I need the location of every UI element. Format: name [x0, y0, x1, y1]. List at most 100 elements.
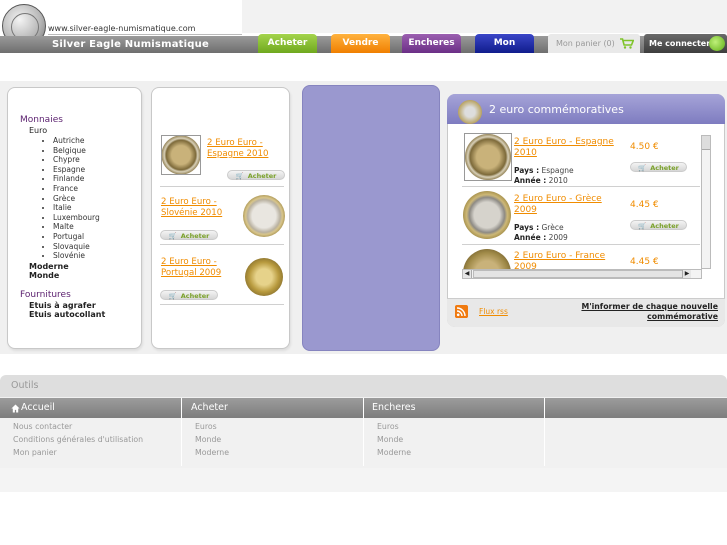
scroll-right-icon[interactable]: ▶	[682, 270, 691, 278]
footer-link-encheres-moderne[interactable]: Moderne	[377, 448, 411, 457]
commem-title[interactable]: 2 Euro Euro - France	[514, 251, 605, 261]
rss-icon[interactable]	[455, 305, 468, 318]
footer-col-accueil[interactable]: Accueil	[21, 402, 55, 413]
coin-espagne-image[interactable]	[161, 135, 201, 175]
category-etuis-agrafer[interactable]: Etuis à agrafer	[29, 301, 96, 310]
nav-acheter-button[interactable]: Acheter	[258, 34, 317, 53]
country-item[interactable]: Grèce	[53, 194, 100, 204]
coin-grece-image[interactable]	[463, 191, 511, 239]
nav-mon-compte-button[interactable]: Mon compte	[475, 34, 534, 67]
country-item[interactable]: France	[53, 184, 100, 194]
commem-link-espagne[interactable]: 2 Euro Euro - Espagne 2010	[514, 137, 614, 159]
product-title[interactable]: 2 Euro Euro -	[207, 138, 263, 148]
tools-title: Outils	[11, 380, 39, 391]
footer-link-acheter-moderne[interactable]: Moderne	[195, 448, 229, 457]
country-list: AutricheBelgiqueChypreEspagneFinlandeFra…	[45, 136, 100, 261]
buy-button[interactable]: 🛒 Acheter	[160, 290, 218, 300]
buy-label: Acheter	[247, 172, 277, 180]
country-item[interactable]: Portugal	[53, 232, 100, 242]
footer-link-acheter-euros[interactable]: Euros	[195, 422, 217, 431]
coin-slovenie-image[interactable]	[243, 195, 285, 237]
notify-label[interactable]: commémorative	[647, 312, 718, 321]
country-item[interactable]: Autriche	[53, 136, 100, 146]
annee-label: Année :	[514, 176, 547, 185]
product-link-slovenie[interactable]: 2 Euro Euro - Slovénie 2010	[161, 197, 222, 219]
header-banner	[242, 0, 727, 33]
annee-label: Année :	[514, 233, 547, 242]
nav-vendre-button[interactable]: Vendre	[331, 34, 390, 53]
footer-col-acheter[interactable]: Acheter	[191, 402, 228, 413]
login-icon[interactable]	[709, 36, 725, 51]
commem-title[interactable]: 2009	[514, 205, 537, 215]
product-link-portugal[interactable]: 2 Euro Euro - Portugal 2009	[161, 257, 221, 279]
cart-icon: 🛒	[168, 292, 177, 300]
product-title[interactable]: 2 Euro Euro -	[161, 257, 217, 267]
divider	[160, 244, 284, 245]
product-title[interactable]: 2 Euro Euro -	[161, 197, 217, 207]
category-fournitures[interactable]: Fournitures	[20, 290, 71, 300]
scroll-thumb[interactable]	[702, 136, 710, 150]
category-monde[interactable]: Monde	[29, 271, 59, 280]
category-moderne[interactable]: Moderne	[29, 262, 69, 271]
commem-link-france[interactable]: 2 Euro Euro - France 2009	[514, 251, 624, 269]
country-item[interactable]: Malte	[53, 222, 100, 232]
country-item[interactable]: Espagne	[53, 165, 100, 175]
commem-title[interactable]: 2 Euro Euro - Grèce	[514, 194, 602, 204]
advert-panel	[302, 85, 440, 351]
vertical-scrollbar[interactable]	[701, 135, 711, 269]
footer-link-encheres-euros[interactable]: Euros	[377, 422, 399, 431]
commem-details: Pays : Grèce Année : 2009	[514, 223, 568, 243]
horizontal-scrollbar[interactable]: ◀ ▶	[462, 269, 702, 279]
notify-label[interactable]: M'informer de chaque nouvelle	[581, 302, 718, 311]
commem-link-grece[interactable]: 2 Euro Euro - Grèce 2009	[514, 194, 602, 216]
country-item[interactable]: Italie	[53, 203, 100, 213]
commem-title[interactable]: 2009	[514, 262, 537, 269]
country-item[interactable]: Finlande	[53, 174, 100, 184]
nav-encheres-button[interactable]: Encheres	[402, 34, 461, 53]
country-item[interactable]: Luxembourg	[53, 213, 100, 223]
country-item[interactable]: Slovénie	[53, 251, 100, 261]
home-icon[interactable]	[11, 404, 20, 413]
commem-title[interactable]: 2 Euro Euro - Espagne	[514, 137, 614, 147]
coin-france-image[interactable]	[463, 249, 511, 269]
product-title[interactable]: Slovénie 2010	[161, 208, 222, 218]
buy-button[interactable]: 🛒 Acheter	[630, 220, 687, 230]
buy-button[interactable]: 🛒 Acheter	[227, 170, 285, 180]
divider	[544, 398, 545, 466]
divider	[160, 186, 284, 187]
footer-link-cgu[interactable]: Conditions générales d'utilisation	[13, 435, 143, 444]
footer-link-contact[interactable]: Nous contacter	[13, 422, 72, 431]
category-euro[interactable]: Euro	[29, 126, 47, 135]
category-monnaies[interactable]: Monnaies	[20, 115, 63, 125]
cart-icon: 🛒	[638, 222, 647, 230]
country-item[interactable]: Slovaquie	[53, 242, 100, 252]
footer-link-encheres-monde[interactable]: Monde	[377, 435, 403, 444]
footer-link-panier[interactable]: Mon panier	[13, 448, 57, 457]
country-item[interactable]: Belgique	[53, 146, 100, 156]
commemoratives-title: 2 euro commémoratives	[489, 103, 624, 116]
footer-link-acheter-monde[interactable]: Monde	[195, 435, 221, 444]
commem-title[interactable]: 2010	[514, 148, 537, 158]
commem-details: Pays : Espagne Année : 2010	[514, 166, 574, 186]
coin-portugal-image[interactable]	[245, 258, 283, 296]
buy-button[interactable]: 🛒 Acheter	[630, 162, 687, 172]
product-link-espagne[interactable]: 2 Euro Euro - Espagne 2010	[207, 138, 268, 160]
product-title[interactable]: Portugal 2009	[161, 268, 221, 278]
country-item[interactable]: Chypre	[53, 155, 100, 165]
notify-new-commemorative-link[interactable]: M'informer de chaque nouvelle commémorat…	[548, 302, 718, 322]
scroll-thumb[interactable]	[473, 270, 683, 278]
coin-espagne-image[interactable]	[464, 133, 512, 181]
annee-value: 2010	[548, 176, 568, 185]
cart-icon: 🛒	[168, 232, 177, 240]
site-name: Silver Eagle Numismatique	[52, 39, 209, 50]
cart-icon[interactable]	[620, 38, 634, 49]
pays-label: Pays :	[514, 223, 540, 232]
product-title[interactable]: Espagne 2010	[207, 149, 268, 159]
buy-button[interactable]: 🛒 Acheter	[160, 230, 218, 240]
featured-products-panel: 2 Euro Euro - Espagne 2010 🛒 Acheter 2 Eu…	[151, 87, 290, 349]
rss-link[interactable]: Flux rss	[479, 307, 508, 316]
scroll-left-icon[interactable]: ◀	[463, 270, 472, 278]
footer-col-encheres[interactable]: Encheres	[372, 402, 416, 413]
divider	[462, 244, 700, 245]
category-etuis-autocollant[interactable]: Etuis autocollant	[29, 310, 105, 319]
